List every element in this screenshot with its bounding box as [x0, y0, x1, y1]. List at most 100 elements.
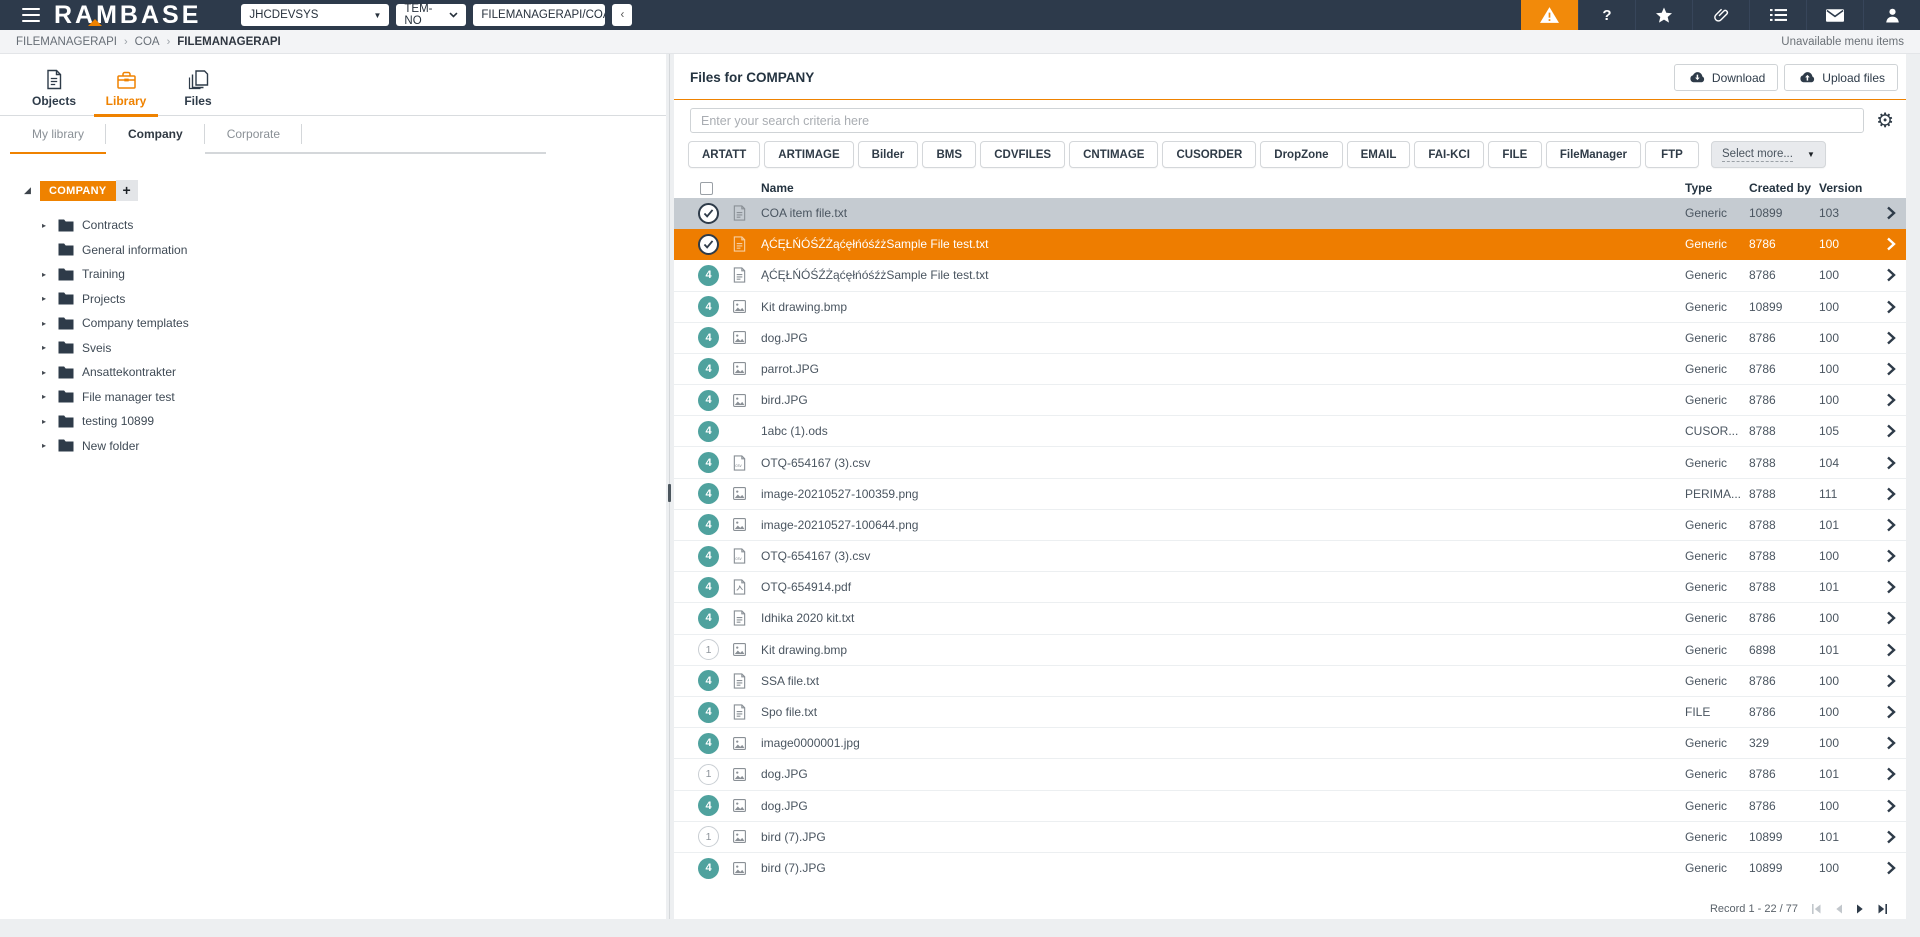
select-all-checkbox[interactable] — [700, 182, 713, 195]
version-count-badge[interactable]: 4 — [698, 390, 719, 411]
selected-check-badge[interactable] — [698, 234, 719, 255]
tree-folder-row[interactable]: ▸testing 10899 — [24, 409, 666, 434]
expand-arrow-icon[interactable]: ▸ — [42, 270, 58, 279]
filter-chip-file[interactable]: FILE — [1488, 141, 1542, 168]
version-count-badge[interactable]: 1 — [698, 764, 719, 785]
table-row[interactable]: 4 image0000001.jpg Generic 329 100 — [674, 728, 1906, 759]
row-chevron-icon[interactable] — [1876, 518, 1906, 532]
version-count-badge[interactable]: 4 — [698, 421, 719, 442]
table-row[interactable]: 4 OTQ-654914.pdf Generic 8788 101 — [674, 572, 1906, 603]
search-input[interactable] — [690, 108, 1864, 133]
table-row[interactable]: 4 image-20210527-100359.png PERIMA... 87… — [674, 479, 1906, 510]
version-count-badge[interactable]: 4 — [698, 546, 719, 567]
user-icon[interactable] — [1863, 0, 1920, 30]
version-count-badge[interactable]: 4 — [698, 265, 719, 286]
version-count-badge[interactable]: 4 — [698, 452, 719, 473]
help-icon[interactable]: ? — [1578, 0, 1635, 30]
company-select[interactable]: TEM-NO — [396, 4, 466, 26]
filter-chip-cusorder[interactable]: CUSORDER — [1162, 141, 1256, 168]
row-chevron-icon[interactable] — [1876, 237, 1906, 251]
menu-list-icon[interactable] — [1749, 0, 1806, 30]
row-chevron-icon[interactable] — [1876, 424, 1906, 438]
filter-chip-ftp[interactable]: FTP — [1645, 141, 1699, 168]
add-folder-button[interactable]: + — [116, 180, 138, 201]
next-page-icon[interactable] — [1856, 904, 1864, 914]
row-chevron-icon[interactable] — [1876, 549, 1906, 563]
expand-arrow-icon[interactable]: ▸ — [42, 441, 58, 450]
filter-chip-email[interactable]: EMAIL — [1347, 141, 1411, 168]
paperclip-icon[interactable] — [1692, 0, 1749, 30]
tree-folder-row[interactable]: ▸File manager test — [24, 385, 666, 410]
version-count-badge[interactable]: 4 — [698, 858, 719, 879]
row-chevron-icon[interactable] — [1876, 268, 1906, 282]
row-chevron-icon[interactable] — [1876, 611, 1906, 625]
column-header-type[interactable]: Type — [1685, 181, 1749, 195]
tree-root-company[interactable]: COMPANY — [40, 181, 116, 201]
unavailable-menu-items-link[interactable]: Unavailable menu items — [1781, 36, 1904, 48]
expand-arrow-icon[interactable]: ▸ — [42, 417, 58, 426]
tab-corporate[interactable]: Corporate — [205, 116, 302, 154]
filter-chip-artatt[interactable]: ARTATT — [688, 141, 760, 168]
star-icon[interactable] — [1635, 0, 1692, 30]
table-row[interactable]: 4 1abc (1).ods CUSOR... 8788 105 — [674, 416, 1906, 447]
tab-my-library[interactable]: My library — [10, 116, 106, 154]
row-chevron-icon[interactable] — [1876, 705, 1906, 719]
filter-chip-dropzone[interactable]: DropZone — [1260, 141, 1342, 168]
table-row[interactable]: ĄĆĘŁŃÓŚŹŻąćęłńóśźżSample File test.txt G… — [674, 229, 1906, 260]
expand-arrow-icon[interactable]: ▸ — [42, 294, 58, 303]
mail-icon[interactable] — [1806, 0, 1863, 30]
filter-chip-cntimage[interactable]: CNTIMAGE — [1069, 141, 1158, 168]
tree-folder-row[interactable]: ▸Ansattekontrakter — [24, 360, 666, 385]
panel-tab-library[interactable]: Library — [90, 70, 162, 115]
version-count-badge[interactable]: 4 — [698, 358, 719, 379]
target-input[interactable]: FILEMANAGERAPI/COA — [473, 4, 605, 26]
system-select[interactable]: JHCDEVSYS ▼ — [241, 4, 389, 26]
filter-chip-bms[interactable]: BMS — [922, 141, 976, 168]
tree-folder-row[interactable]: ▸New folder — [24, 434, 666, 459]
expand-arrow-icon[interactable]: ▸ — [42, 343, 58, 352]
table-row[interactable]: 4 bird (7).JPG Generic 10899 100 — [674, 853, 1906, 884]
table-row[interactable]: 4 SSA file.txt Generic 8786 100 — [674, 666, 1906, 697]
collapse-arrow-icon[interactable]: ◢ — [24, 185, 40, 196]
table-row[interactable]: 4 Spo file.txt FILE 8786 100 — [674, 697, 1906, 728]
panel-tab-files[interactable]: Files — [162, 69, 234, 115]
tree-folder-row[interactable]: ▸Company templates — [24, 311, 666, 336]
gear-icon[interactable]: ⚙ — [1872, 111, 1898, 131]
tree-folder-row[interactable]: ▸Training — [24, 262, 666, 287]
filter-chip-cdvfiles[interactable]: CDVFILES — [980, 141, 1065, 168]
row-chevron-icon[interactable] — [1876, 767, 1906, 781]
table-row[interactable]: 4 image-20210527-100644.png Generic 8788… — [674, 510, 1906, 541]
back-button[interactable]: ‹ — [612, 4, 632, 26]
tree-folder-row[interactable]: ▸Projects — [24, 287, 666, 312]
row-chevron-icon[interactable] — [1876, 580, 1906, 594]
row-chevron-icon[interactable] — [1876, 362, 1906, 376]
table-row[interactable]: 1 Kit drawing.bmp Generic 6898 101 — [674, 635, 1906, 666]
table-row[interactable]: 4 bird.JPG Generic 8786 100 — [674, 385, 1906, 416]
version-count-badge[interactable]: 4 — [698, 577, 719, 598]
tree-folder-row[interactable]: General information — [24, 238, 666, 263]
download-button[interactable]: Download — [1674, 64, 1778, 91]
row-chevron-icon[interactable] — [1876, 300, 1906, 314]
version-count-badge[interactable]: 1 — [698, 639, 719, 660]
filter-chip-bilder[interactable]: Bilder — [858, 141, 919, 168]
table-row[interactable]: 4 dog.JPG Generic 8786 100 — [674, 791, 1906, 822]
upload-files-button[interactable]: Upload files — [1784, 64, 1898, 91]
column-header-name[interactable]: Name — [761, 181, 1685, 195]
panel-tab-objects[interactable]: Objects — [18, 69, 90, 115]
row-chevron-icon[interactable] — [1876, 393, 1906, 407]
row-chevron-icon[interactable] — [1876, 643, 1906, 657]
expand-arrow-icon[interactable]: ▸ — [42, 368, 58, 377]
version-count-badge[interactable]: 4 — [698, 514, 719, 535]
row-chevron-icon[interactable] — [1876, 861, 1906, 875]
version-count-badge[interactable]: 4 — [698, 327, 719, 348]
select-more-dropdown[interactable]: Select more...▼ — [1711, 141, 1826, 168]
table-row[interactable]: 1 dog.JPG Generic 8786 101 — [674, 759, 1906, 790]
table-row[interactable]: 4 parrot.JPG Generic 8786 100 — [674, 354, 1906, 385]
version-count-badge[interactable]: 4 — [698, 670, 719, 691]
row-chevron-icon[interactable] — [1876, 206, 1906, 220]
breadcrumb-item[interactable]: COA — [135, 36, 160, 48]
table-row[interactable]: 4 csv OTQ-654167 (3).csv Generic 8788 10… — [674, 447, 1906, 478]
row-chevron-icon[interactable] — [1876, 331, 1906, 345]
version-count-badge[interactable]: 4 — [698, 795, 719, 816]
expand-arrow-icon[interactable]: ▸ — [42, 221, 58, 230]
